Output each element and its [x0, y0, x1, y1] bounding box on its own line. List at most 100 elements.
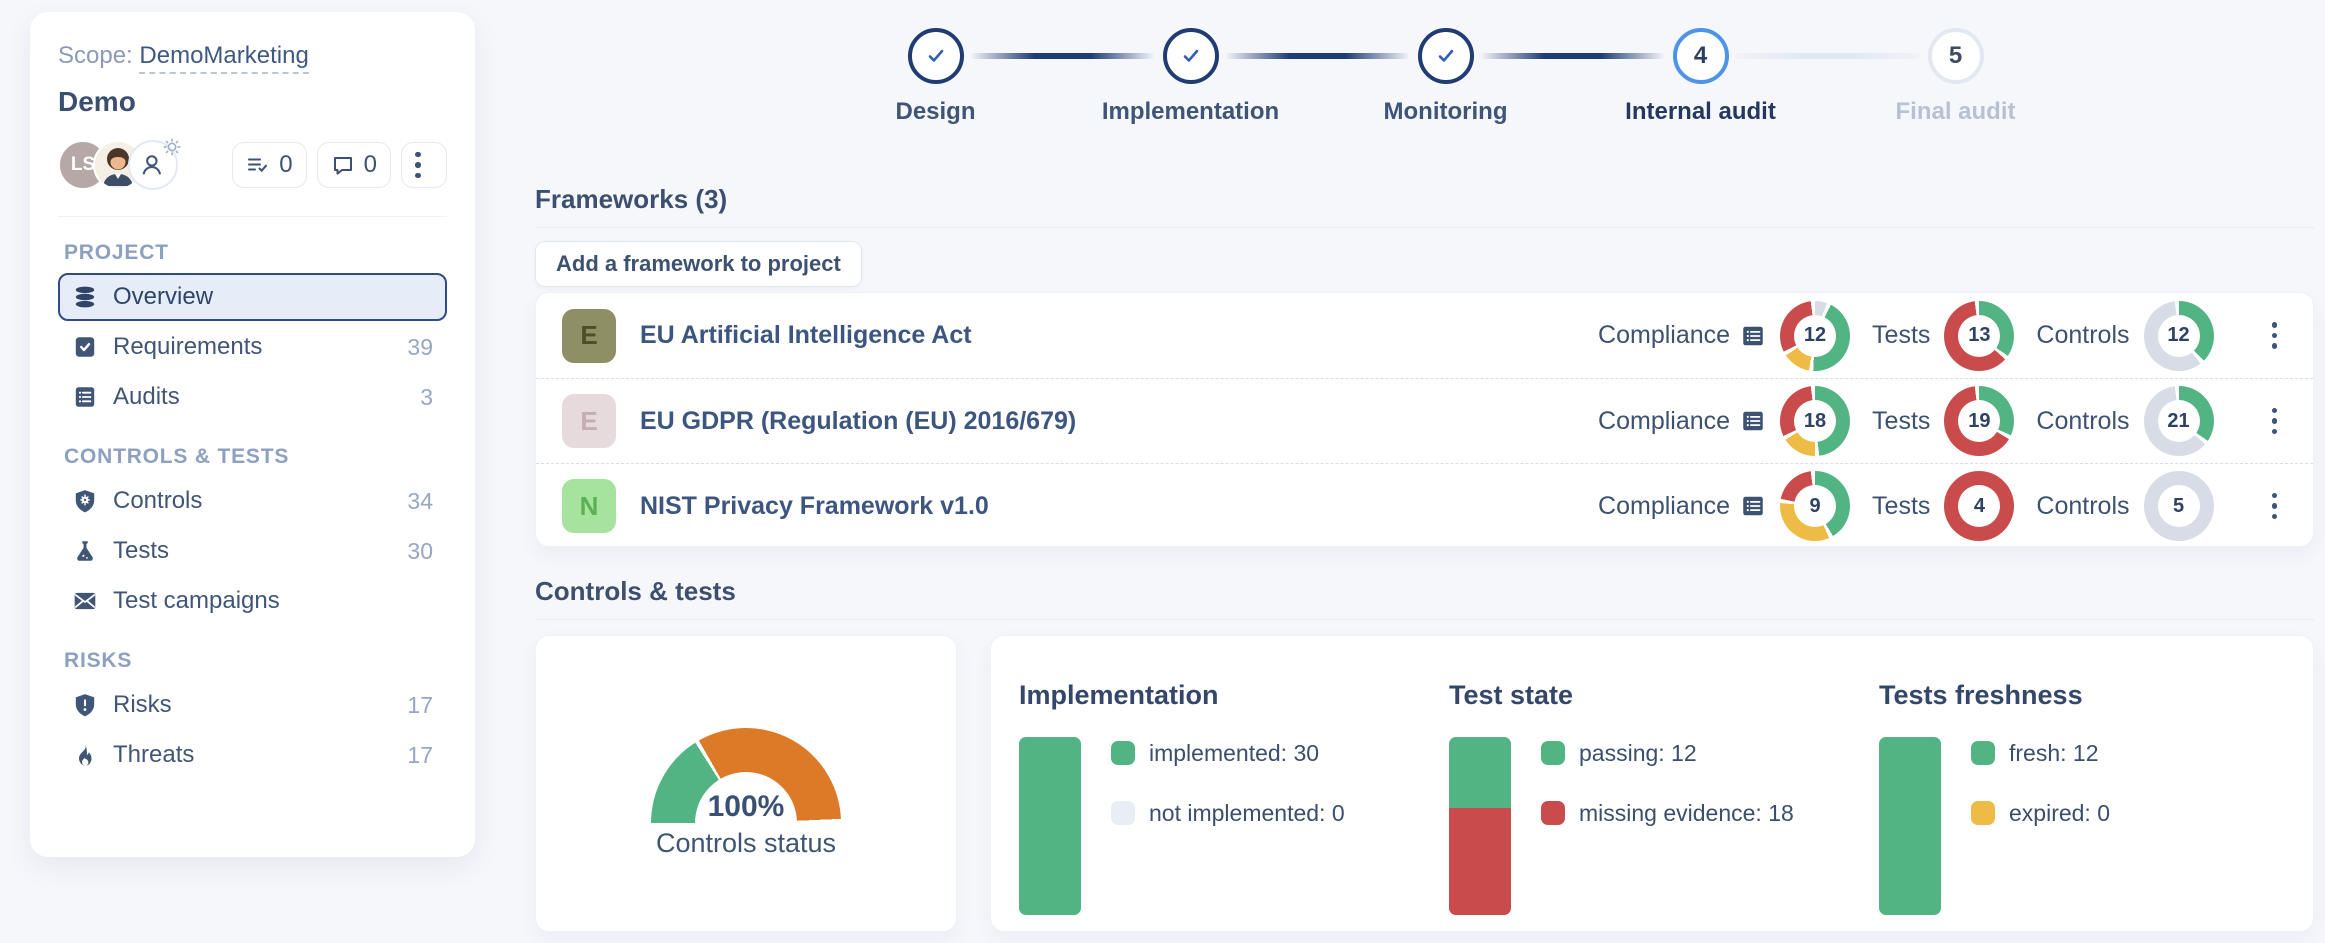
sidebar-item-controls[interactable]: Controls 34 — [58, 477, 447, 525]
item-count: 17 — [407, 742, 433, 769]
step-label: Design — [895, 98, 975, 126]
step-implementation[interactable]: Implementation — [1063, 24, 1318, 126]
check-icon — [1178, 43, 1204, 69]
item-count: 3 — [420, 384, 433, 411]
manage-members-button[interactable] — [128, 140, 178, 190]
gauge-caption: Controls status — [536, 828, 956, 859]
test-state-chart: Test state passing: 12 missing evidence:… — [1449, 636, 1879, 915]
sidebar-item-risks[interactable]: Risks 17 — [58, 681, 447, 729]
legend-swatch — [1111, 741, 1135, 765]
framework-kebab-button[interactable] — [2272, 408, 2278, 435]
sidebar-item-threats[interactable]: Threats 17 — [58, 731, 447, 779]
legend-swatch — [1971, 801, 1995, 825]
database-icon — [72, 284, 98, 310]
step-connector — [1480, 53, 1665, 59]
step-label: Implementation — [1102, 98, 1279, 126]
comments-count: 0 — [364, 151, 377, 179]
implementation-bar — [1019, 737, 1081, 915]
legend-item: expired: 0 — [1971, 799, 2110, 827]
sidebar-item-test-campaigns[interactable]: Test campaigns — [58, 577, 447, 625]
step-label: Monitoring — [1384, 98, 1508, 126]
step-label: Internal audit — [1625, 98, 1776, 126]
avatar-row: LS — [58, 140, 447, 190]
controls-tests-section-title: Controls & tests — [535, 576, 736, 607]
controls-donut: 5 — [2144, 471, 2214, 541]
scope-label: Scope: — [58, 42, 133, 69]
framework-kebab-button[interactable] — [2272, 322, 2278, 349]
tasks-counter-button[interactable]: 0 — [232, 142, 306, 188]
chart-title: Implementation — [1019, 680, 1449, 711]
tests-label: Tests — [1872, 407, 1930, 436]
project-menu: Overview Requirements 39 Audits 3 — [58, 273, 447, 421]
scope-value-link[interactable]: DemoMarketing — [139, 42, 308, 74]
legend: fresh: 12 expired: 0 — [1971, 739, 2110, 915]
compliance-report-icon — [1740, 323, 1766, 349]
check-icon — [1433, 43, 1459, 69]
step-connector — [1735, 53, 1920, 59]
sidebar-divider — [58, 216, 447, 217]
legend-swatch — [1541, 801, 1565, 825]
step-circle-done — [908, 28, 964, 84]
sidebar-item-requirements[interactable]: Requirements 39 — [58, 323, 447, 371]
step-connector — [970, 53, 1155, 59]
sidebar-item-label: Threats — [113, 741, 194, 769]
sidebar-item-tests[interactable]: Tests 30 — [58, 527, 447, 575]
section-rule — [535, 619, 2314, 620]
chart-title: Tests freshness — [1879, 680, 2309, 711]
controls-donut: 12 — [2144, 301, 2214, 371]
step-monitoring[interactable]: Monitoring — [1318, 24, 1573, 126]
sidebar-item-label: Tests — [113, 537, 169, 565]
sidebar-item-overview[interactable]: Overview — [58, 273, 447, 321]
tests-donut: 19 — [1944, 386, 2014, 456]
sidebar-item-audits[interactable]: Audits 3 — [58, 373, 447, 421]
comments-counter-button[interactable]: 0 — [317, 142, 391, 188]
item-count: 30 — [407, 538, 433, 565]
item-count: 34 — [407, 488, 433, 515]
framework-name[interactable]: NIST Privacy Framework v1.0 — [640, 492, 1598, 521]
envelope-icon — [72, 588, 98, 614]
sidebar-item-label: Overview — [113, 283, 213, 311]
framework-row-nist-privacy[interactable]: N NIST Privacy Framework v1.0 Compliance… — [536, 463, 2313, 547]
frameworks-section-title: Frameworks (3) — [535, 184, 727, 215]
legend-swatch — [1541, 741, 1565, 765]
shield-gear-icon — [72, 488, 98, 514]
compliance-report-icon — [1740, 408, 1766, 434]
tasks-count: 0 — [279, 151, 292, 179]
gear-icon — [161, 136, 183, 158]
step-circle-done — [1163, 28, 1219, 84]
add-framework-button[interactable]: Add a framework to project — [535, 241, 862, 287]
step-circle-future: 5 — [1928, 28, 1984, 84]
framework-kebab-button[interactable] — [2272, 493, 2278, 520]
step-label: Final audit — [1896, 98, 2016, 126]
framework-name[interactable]: EU Artificial Intelligence Act — [640, 321, 1598, 350]
item-count: 17 — [407, 692, 433, 719]
controls-donut: 21 — [2144, 386, 2214, 456]
legend-item: not implemented: 0 — [1111, 799, 1345, 827]
step-internal-audit[interactable]: 4 Internal audit — [1573, 24, 1828, 126]
step-design[interactable]: Design — [808, 24, 1063, 126]
chart-title: Test state — [1449, 680, 1879, 711]
framework-badge: E — [562, 309, 616, 363]
sidebar-item-label: Audits — [113, 383, 180, 411]
framework-name[interactable]: EU GDPR (Regulation (EU) 2016/679) — [640, 407, 1598, 436]
step-circle-active: 4 — [1673, 28, 1729, 84]
step-circle-done — [1418, 28, 1474, 84]
task-list-check-icon — [246, 153, 270, 177]
framework-badge: E — [562, 394, 616, 448]
framework-row-eu-ai-act[interactable]: E EU Artificial Intelligence Act Complia… — [536, 293, 2313, 378]
step-final-audit[interactable]: 5 Final audit — [1828, 24, 2083, 126]
tests-freshness-chart: Tests freshness fresh: 12 expired: 0 — [1879, 636, 2309, 915]
sidebar-kebab-button[interactable] — [401, 142, 447, 188]
compliance-donut: 18 — [1780, 386, 1850, 456]
sidebar-item-label: Controls — [113, 487, 202, 515]
framework-row-eu-gdpr[interactable]: E EU GDPR (Regulation (EU) 2016/679) Com… — [536, 378, 2313, 463]
step-connector — [1225, 53, 1410, 59]
list-board-icon — [72, 384, 98, 410]
gauge-value: 100% — [536, 790, 956, 824]
framework-badge: N — [562, 479, 616, 533]
legend-swatch — [1971, 741, 1995, 765]
legend-item: fresh: 12 — [1971, 739, 2110, 767]
tests-label: Tests — [1872, 321, 1930, 350]
kebab-icon — [2272, 322, 2278, 349]
controls-tests-menu: Controls 34 Tests 30 Test campaigns — [58, 477, 447, 625]
